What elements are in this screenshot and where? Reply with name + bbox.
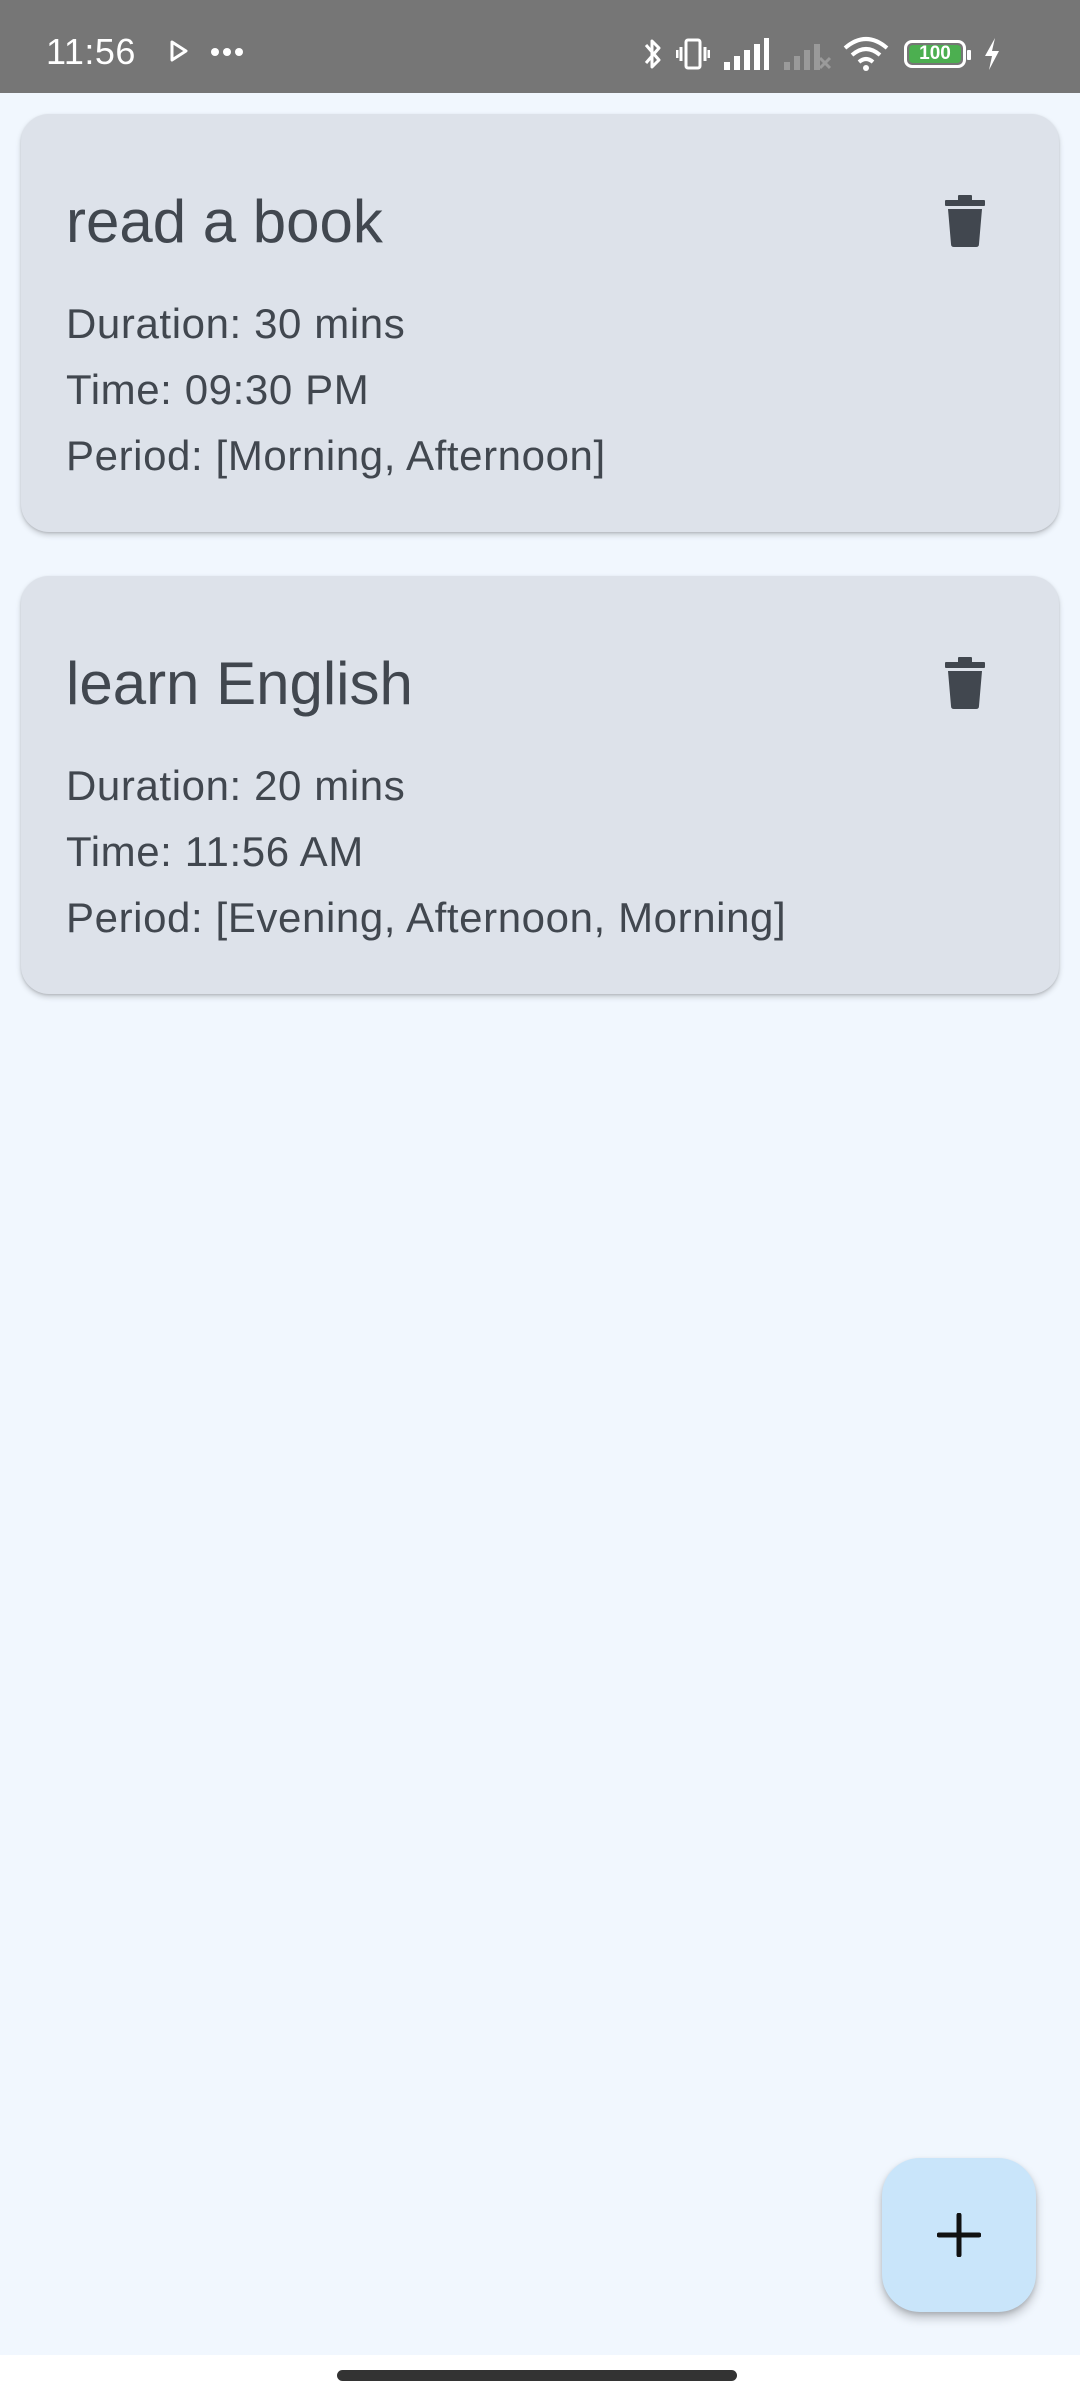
plus-icon <box>937 2213 981 2257</box>
trash-icon <box>945 657 985 709</box>
battery-icon: 100 <box>904 40 971 68</box>
delete-button[interactable] <box>933 186 997 256</box>
task-card[interactable]: learn English Duration: 20 mins Time: 11… <box>21 576 1059 994</box>
battery-level: 100 <box>919 43 951 64</box>
delete-button[interactable] <box>933 648 997 718</box>
task-card[interactable]: read a book Duration: 30 mins Time: 09:3… <box>21 114 1059 532</box>
task-period: Period: [Morning, Afternoon] <box>66 432 606 479</box>
status-bar: 11:56 100 <box>0 0 1080 93</box>
task-time: Time: 09:30 PM <box>66 366 370 413</box>
signal-icon <box>724 38 769 70</box>
task-duration: Duration: 30 mins <box>66 300 406 347</box>
task-duration: Duration: 20 mins <box>66 762 406 809</box>
navigation-bar <box>0 2355 1080 2400</box>
task-title: read a book <box>66 188 383 255</box>
task-time: Time: 11:56 AM <box>66 828 364 875</box>
status-time: 11:56 <box>46 31 136 72</box>
status-right-icons: 100 <box>642 36 1022 76</box>
wifi-icon <box>843 37 889 71</box>
signal-no-service-icon <box>784 44 832 70</box>
charging-icon <box>985 38 999 70</box>
play-icon <box>170 40 188 62</box>
trash-icon <box>945 195 985 247</box>
task-title: learn English <box>66 650 413 717</box>
vibrate-icon <box>676 38 710 70</box>
bluetooth-icon <box>644 39 661 69</box>
home-indicator[interactable] <box>337 2370 737 2381</box>
more-icon <box>211 48 243 56</box>
add-task-button[interactable] <box>882 2158 1036 2312</box>
task-period: Period: [Evening, Afternoon, Morning] <box>66 894 787 941</box>
